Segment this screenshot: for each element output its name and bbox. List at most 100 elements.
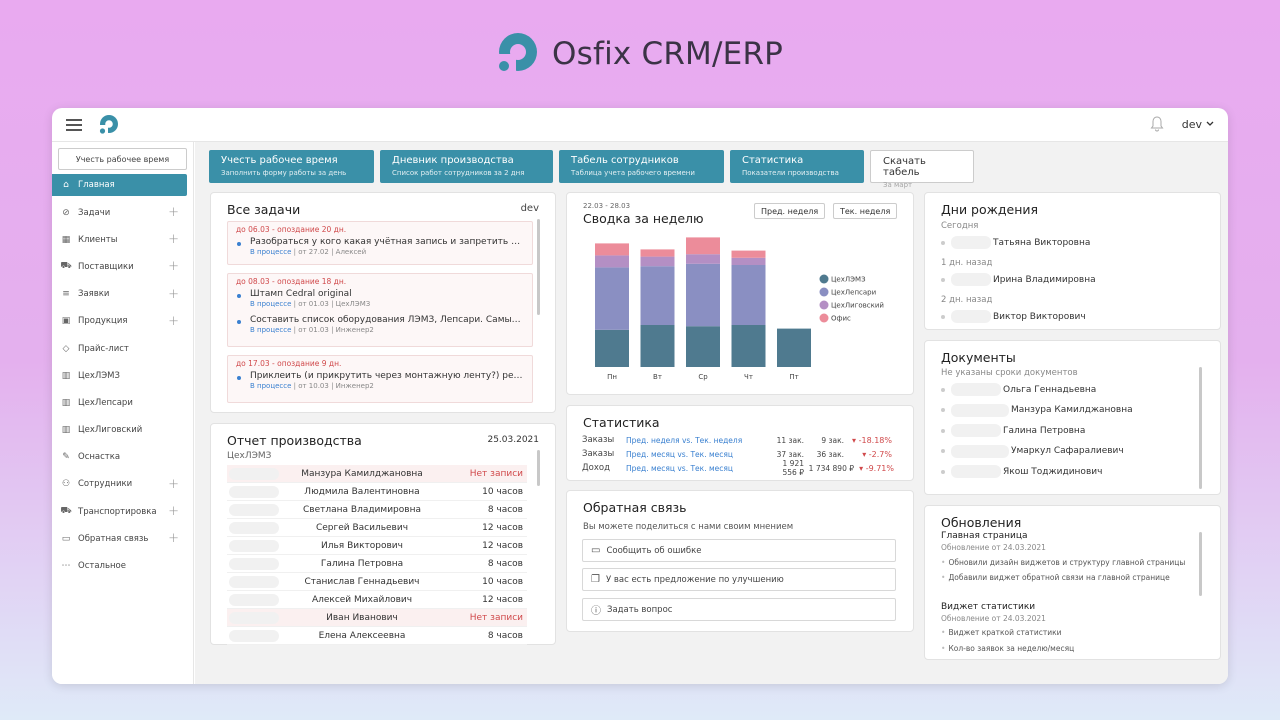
birthday-person[interactable]: Ирина Владимировна	[941, 273, 1096, 286]
sidebar-item-5[interactable]: ▣ Продукция +	[52, 308, 193, 335]
documents-scrollbar[interactable]	[1199, 367, 1202, 489]
sidebar-item-13[interactable]: ▭ Обратная связь +	[52, 525, 193, 552]
plus-icon[interactable]: +	[168, 205, 179, 220]
task-meta: В процессе | от 01.03 | ЦехЛЭМЗ	[250, 300, 371, 308]
users-icon: ⚇	[61, 479, 71, 490]
stat-period[interactable]: Пред. месяц vs. Тек. месяц	[626, 464, 768, 473]
report-hours: Нет записи	[469, 612, 523, 623]
prev-week-button[interactable]: Пред. неделя	[754, 203, 826, 219]
qa-sub: Показатели производства	[742, 169, 839, 177]
birthday-person[interactable]: Татьяна Викторовна	[941, 236, 1090, 249]
sidebar-item-3[interactable]: ⛟ Поставщики +	[52, 253, 193, 280]
sidebar-item-10[interactable]: ✎ Оснастка	[52, 444, 193, 471]
stat-label: Заказы	[582, 435, 615, 445]
stat-label: Заказы	[582, 449, 615, 459]
sidebar-item-0[interactable]: ⌂ Главная	[52, 174, 187, 196]
report-workshop[interactable]: ЦехЛЭМЗ	[227, 451, 271, 461]
sidebar-item-4[interactable]: ≡ Заявки +	[52, 281, 193, 308]
task-item[interactable]: Разобраться у кого какая учётная запись …	[228, 237, 532, 256]
qa-title: Статистика	[742, 155, 804, 166]
tasks-scrollbar[interactable]	[537, 219, 540, 315]
update-item: Кол-во заявок за неделю/месяц	[941, 644, 1074, 653]
bar-2-2	[686, 254, 720, 264]
document-person[interactable]: Якош Тоджидинович	[941, 465, 1102, 478]
qa-timesheet-button[interactable]: Табель сотрудников Таблица учета рабочего…	[559, 150, 724, 183]
app-logo-icon[interactable]	[96, 113, 120, 137]
list-icon: ≡	[62, 289, 70, 300]
statistics-card: Статистика Заказы Пред. неделя vs. Тек. н…	[566, 405, 914, 481]
plus-icon[interactable]: +	[168, 232, 179, 247]
ask-question-button[interactable]: ⓘ Задать вопрос	[582, 598, 896, 621]
sidebar-item-9[interactable]: ▥ ЦехЛиговский	[52, 417, 193, 444]
sidebar-item-11[interactable]: ⚇ Сотрудники +	[52, 471, 193, 498]
current-week-button[interactable]: Тек. неделя	[833, 203, 898, 219]
stat-row: Заказы Пред. неделя vs. Тек. неделя 11 зак…	[582, 433, 902, 447]
legend-label[interactable]: ЦехЛепсари	[831, 289, 876, 297]
legend-label[interactable]: ЦехЛЭМЗ	[831, 276, 866, 284]
report-bug-button[interactable]: ▭ Сообщить об ошибке	[582, 539, 896, 562]
plus-icon[interactable]: +	[168, 531, 179, 546]
plus-icon[interactable]: +	[168, 314, 179, 329]
task-item[interactable]: Составить список оборудования ЛЭМЗ, Лепс…	[228, 315, 532, 334]
birthdays-card: Дни рождения Сегодня Татьяна Викторовна …	[924, 192, 1221, 330]
stat-period[interactable]: Пред. неделя vs. Тек. неделя	[626, 436, 768, 445]
plus-icon[interactable]: +	[168, 259, 179, 274]
qa-track-time-button[interactable]: Учесть рабочее время Заполнить форму рабо…	[209, 150, 374, 183]
sidebar-item-8[interactable]: ▥ ЦехЛепсари	[52, 389, 193, 416]
document-person[interactable]: Умаркул Сафаралиевич	[941, 444, 1124, 458]
task-dot	[237, 320, 241, 324]
sidebar-item-14[interactable]: ⋯ Остальное	[52, 552, 193, 579]
user-menu[interactable]: dev	[1182, 118, 1214, 131]
weekly-title: Сводка за неделю	[583, 211, 704, 226]
suggest-improvement-button[interactable]: ❐ У вас есть предложение по улучшению	[582, 568, 896, 591]
update-item: Добавили виджет обратной связи на главно…	[941, 573, 1169, 582]
document-person[interactable]: Галина Петровна	[941, 424, 1085, 437]
task-text: Приклеить (и прикрутить через монтажную …	[250, 371, 524, 381]
report-scrollbar[interactable]	[537, 450, 540, 486]
qa-diary-button[interactable]: Дневник производства Список работ сотрудн…	[380, 150, 553, 183]
sidebar-item-label: Клиенты	[78, 234, 118, 245]
sidebar-item-2[interactable]: ▦ Клиенты +	[52, 226, 193, 253]
sidebar-item-label: Поставщики	[78, 261, 134, 272]
document-person[interactable]: Манзура Камилджановна	[941, 403, 1133, 417]
chat-icon: ▭	[61, 533, 71, 544]
legend-label[interactable]: ЦехЛиговский	[831, 302, 884, 310]
stat-change: ▾ -18.18%	[852, 435, 892, 445]
sidebar-item-label: ЦехЛиговский	[78, 425, 143, 436]
person-name: Ирина Владимировна	[993, 274, 1096, 285]
qa-statistics-button[interactable]: Статистика Показатели производства	[730, 150, 864, 183]
x-tick-label: Вт	[653, 373, 662, 381]
plus-icon[interactable]: +	[168, 477, 179, 492]
birthday-person[interactable]: Виктор Викторович	[941, 310, 1086, 323]
task-meta: В процессе | от 10.03 | Инженер2	[250, 382, 374, 390]
tasks-user[interactable]: dev	[521, 203, 539, 214]
bell-icon[interactable]	[1150, 116, 1164, 132]
stat-period[interactable]: Пред. месяц vs. Тек. месяц	[626, 450, 768, 459]
plus-icon[interactable]: +	[168, 287, 179, 302]
person-name: Татьяна Викторовна	[993, 237, 1091, 248]
task-item[interactable]: Приклеить (и прикрутить через монтажную …	[228, 371, 532, 390]
person-avatar-blur	[951, 465, 1001, 478]
legend-label[interactable]: Офис	[831, 315, 851, 323]
sidebar-item-7[interactable]: ▥ ЦехЛЭМЗ	[52, 362, 193, 389]
document-person[interactable]: Ольга Геннадьевна	[941, 383, 1096, 396]
feedback-card: Обратная связь Вы можете поделиться с на…	[566, 490, 914, 632]
weekly-summary-card: 22.03 - 28.03 Сводка за неделю Пред. нед…	[566, 192, 914, 395]
menu-icon[interactable]	[66, 118, 82, 131]
plus-icon[interactable]: +	[168, 504, 179, 519]
task-group: до 17.03 - опоздание 9 дн. Приклеить (и …	[227, 355, 533, 403]
updates-scrollbar[interactable]	[1199, 532, 1202, 596]
sidebar-item-6[interactable]: ◇ Прайс-лист	[52, 335, 193, 362]
task-item[interactable]: Штамп Cedral original В процессе | от 01…	[228, 289, 532, 308]
home-icon: ⌂	[63, 180, 69, 190]
bar-0-2	[686, 326, 720, 367]
task-status: В процессе	[250, 300, 292, 308]
building-icon: ▦	[61, 234, 71, 245]
sidebar-item-label: Оснастка	[78, 452, 121, 463]
sidebar-item-1[interactable]: ⊘ Задачи +	[52, 199, 193, 226]
sidebar-item-12[interactable]: ⛟ Транспортировка +	[52, 498, 193, 525]
qa-download-timesheet-button[interactable]: Скачать табель За март	[870, 150, 974, 189]
stat-row: Доход Пред. месяц vs. Тек. месяц 1 921 556…	[582, 459, 902, 477]
track-time-button[interactable]: Учесть рабочее время	[58, 148, 187, 170]
task-assignee: Инженер2	[335, 326, 374, 334]
